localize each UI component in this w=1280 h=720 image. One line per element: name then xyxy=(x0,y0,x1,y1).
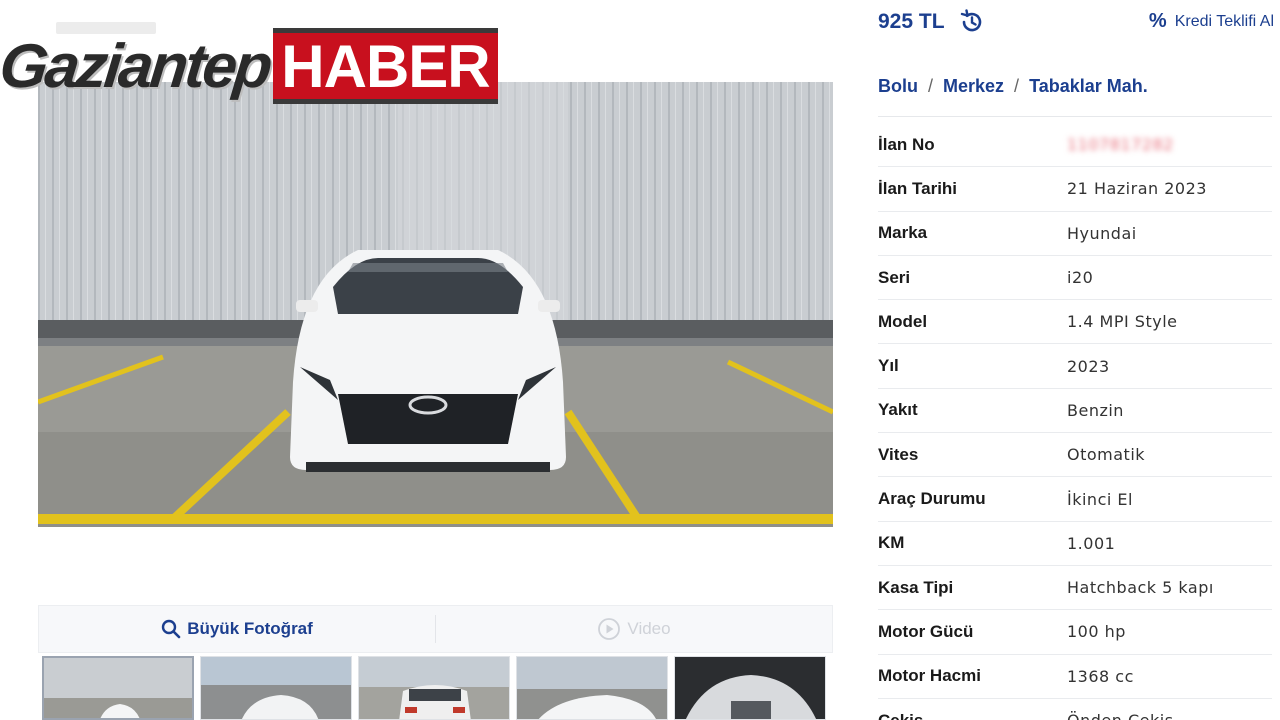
thumbnail[interactable] xyxy=(42,656,194,720)
credit-offer-link[interactable]: % Kredi Teklifi Al xyxy=(1149,10,1274,33)
detail-row-model: Model 1.4 MPI Style xyxy=(878,300,1272,345)
thumbnail[interactable] xyxy=(200,656,352,720)
price-value: 925 TL xyxy=(878,10,945,33)
detail-row-year: Yıl 2023 xyxy=(878,344,1272,389)
detail-row-transmission: Vites Otomatik xyxy=(878,433,1272,478)
detail-row-drivetrain: Çekiş Önden Çekiş xyxy=(878,699,1272,720)
logo-city-text: Gaziantep xyxy=(0,31,273,101)
detail-label: Vites xyxy=(878,444,919,464)
breadcrumb-item-city[interactable]: Bolu xyxy=(878,76,918,97)
breadcrumb-separator: / xyxy=(928,76,934,96)
detail-row-body-type: Kasa Tipi Hatchback 5 kapı xyxy=(878,566,1272,611)
price-block: 925 TL xyxy=(878,9,985,35)
thumbnail-image xyxy=(675,657,825,719)
detail-label: İlan Tarihi xyxy=(878,178,958,198)
thumbnail[interactable] xyxy=(516,656,668,720)
breadcrumb-item-district[interactable]: Merkez xyxy=(943,76,1004,97)
video-label: Video xyxy=(627,619,671,638)
thumbnail-image xyxy=(201,657,351,719)
breadcrumb-separator: / xyxy=(1014,76,1020,96)
percent-icon: % xyxy=(1148,10,1167,32)
detail-label: Seri xyxy=(878,267,911,287)
history-icon[interactable] xyxy=(959,9,985,35)
thumbnail-image xyxy=(44,658,192,718)
logo-brand-text: HABER xyxy=(281,32,490,100)
logo-brand-box: HABER xyxy=(273,28,498,104)
detail-value: Otomatik xyxy=(1067,445,1146,465)
detail-value: Benzin xyxy=(1067,400,1124,420)
large-photo-tab[interactable]: Büyük Fotoğraf xyxy=(39,619,435,639)
detail-value: 21 Haziran 2023 xyxy=(1067,179,1207,199)
listing-details: İlan No 1107817282 İlan Tarihi 21 Hazira… xyxy=(878,123,1272,720)
detail-row-fuel: Yakıt Benzin xyxy=(878,389,1272,434)
detail-row-listing-no: İlan No 1107817282 xyxy=(878,123,1272,168)
thumbnail[interactable] xyxy=(674,656,826,720)
play-icon xyxy=(598,618,621,640)
detail-label: Marka xyxy=(878,223,928,243)
detail-label: Kasa Tipi xyxy=(878,577,954,597)
magnifier-icon xyxy=(161,619,181,639)
thumbnail-image xyxy=(359,657,509,719)
breadcrumb-item-neighborhood[interactable]: Tabaklar Mah. xyxy=(1029,76,1148,97)
detail-label: KM xyxy=(878,533,905,553)
detail-value: 100 hp xyxy=(1067,622,1126,642)
detail-row-listing-date: İlan Tarihi 21 Haziran 2023 xyxy=(878,167,1272,212)
detail-value: Hyundai xyxy=(1067,223,1137,243)
video-tab[interactable]: Video xyxy=(436,617,832,641)
breadcrumb-divider xyxy=(878,116,1272,117)
thumbnail-strip xyxy=(42,656,832,720)
detail-label: İlan No xyxy=(878,134,935,154)
detail-label: Motor Hacmi xyxy=(878,666,981,686)
gaziantep-haber-logo: Gaziantep HABER xyxy=(0,26,498,106)
detail-value: 1107817282 xyxy=(1067,135,1174,155)
detail-value: 1368 cc xyxy=(1067,666,1134,686)
detail-label: Motor Gücü xyxy=(878,621,974,641)
detail-row-engine-volume: Motor Hacmi 1368 cc xyxy=(878,655,1272,699)
detail-label: Çekiş xyxy=(878,710,924,720)
credit-offer-label: Kredi Teklifi Al xyxy=(1174,12,1274,30)
detail-row-brand: Marka Hyundai xyxy=(878,212,1272,256)
detail-label: Yıl xyxy=(878,356,899,376)
detail-value: i20 xyxy=(1067,268,1094,288)
large-photo-label: Büyük Fotoğraf xyxy=(187,619,313,638)
detail-label: Araç Durumu xyxy=(878,489,986,509)
detail-label: Model xyxy=(878,311,928,331)
thumbnail[interactable] xyxy=(358,656,510,720)
detail-value: 2023 xyxy=(1067,356,1110,376)
detail-value: Hatchback 5 kapı xyxy=(1067,578,1214,598)
detail-row-engine-power: Motor Gücü 100 hp xyxy=(878,610,1272,655)
detail-value: Önden Çekiş xyxy=(1067,711,1174,720)
breadcrumb: Bolu / Merkez / Tabaklar Mah. xyxy=(878,76,1148,97)
detail-row-series: Seri i20 xyxy=(878,256,1272,301)
detail-row-mileage: KM 1.001 xyxy=(878,522,1272,566)
media-tab-bar: Büyük Fotoğraf Video xyxy=(38,605,833,653)
detail-value: İkinci El xyxy=(1067,489,1133,509)
detail-value: 1.4 MPI Style xyxy=(1067,312,1178,332)
car-photo-image xyxy=(38,82,833,527)
thumbnail-image xyxy=(517,657,667,719)
detail-row-condition: Araç Durumu İkinci El xyxy=(878,477,1272,522)
detail-value: 1.001 xyxy=(1067,533,1116,553)
main-car-photo[interactable] xyxy=(38,82,833,527)
detail-label: Yakıt xyxy=(878,400,918,420)
